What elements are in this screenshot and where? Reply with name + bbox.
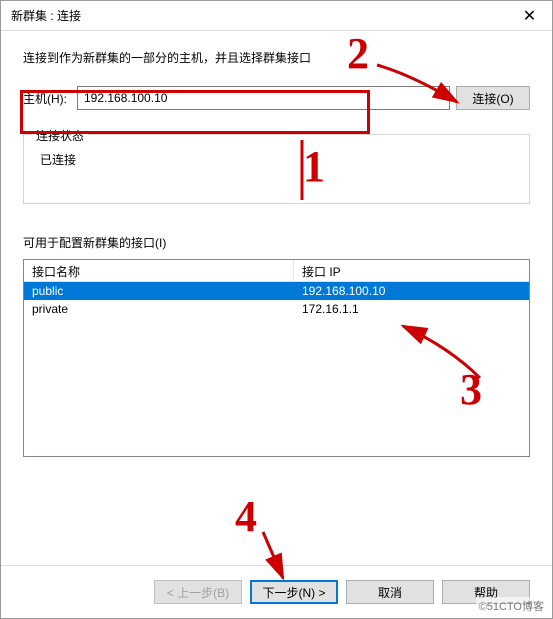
cell-iface-name: private xyxy=(24,301,294,317)
next-button[interactable]: 下一步(N) > xyxy=(250,580,338,604)
col-header-ip[interactable]: 接口 IP xyxy=(294,260,529,281)
interfaces-table[interactable]: 接口名称 接口 IP public 192.168.100.10 private… xyxy=(23,259,530,457)
close-button[interactable]: ✕ xyxy=(507,1,552,31)
table-body: public 192.168.100.10 private 172.16.1.1 xyxy=(24,282,529,318)
instruction-text: 连接到作为新群集的一部分的主机，并且选择群集接口 xyxy=(23,49,530,66)
status-text: 已连接 xyxy=(36,145,517,168)
interfaces-label: 可用于配置新群集的接口(I) xyxy=(23,234,530,251)
host-label: 主机(H): xyxy=(23,90,71,107)
status-legend: 连接状态 xyxy=(32,127,88,144)
cell-iface-ip: 172.16.1.1 xyxy=(294,301,529,317)
cancel-button[interactable]: 取消 xyxy=(346,580,434,604)
table-row[interactable]: private 172.16.1.1 xyxy=(24,300,529,318)
table-row[interactable]: public 192.168.100.10 xyxy=(24,282,529,300)
cell-iface-name: public xyxy=(24,283,294,299)
wizard-buttons: < 上一步(B) 下一步(N) > 取消 帮助 xyxy=(1,565,552,618)
close-icon: ✕ xyxy=(523,6,536,26)
table-header: 接口名称 接口 IP xyxy=(24,260,529,282)
host-row: 主机(H): 连接(O) xyxy=(23,86,530,110)
col-header-name[interactable]: 接口名称 xyxy=(24,260,294,281)
back-button: < 上一步(B) xyxy=(154,580,242,604)
window-title: 新群集 : 连接 xyxy=(11,7,81,24)
dialog-content: 连接到作为新群集的一部分的主机，并且选择群集接口 主机(H): 连接(O) 连接… xyxy=(1,31,552,618)
watermark: ©51CTO博客 xyxy=(476,597,547,615)
titlebar: 新群集 : 连接 ✕ xyxy=(1,1,552,31)
host-input[interactable] xyxy=(77,86,450,110)
connection-status-group: 连接状态 已连接 xyxy=(23,134,530,204)
cell-iface-ip: 192.168.100.10 xyxy=(294,283,529,299)
connect-button[interactable]: 连接(O) xyxy=(456,86,530,110)
